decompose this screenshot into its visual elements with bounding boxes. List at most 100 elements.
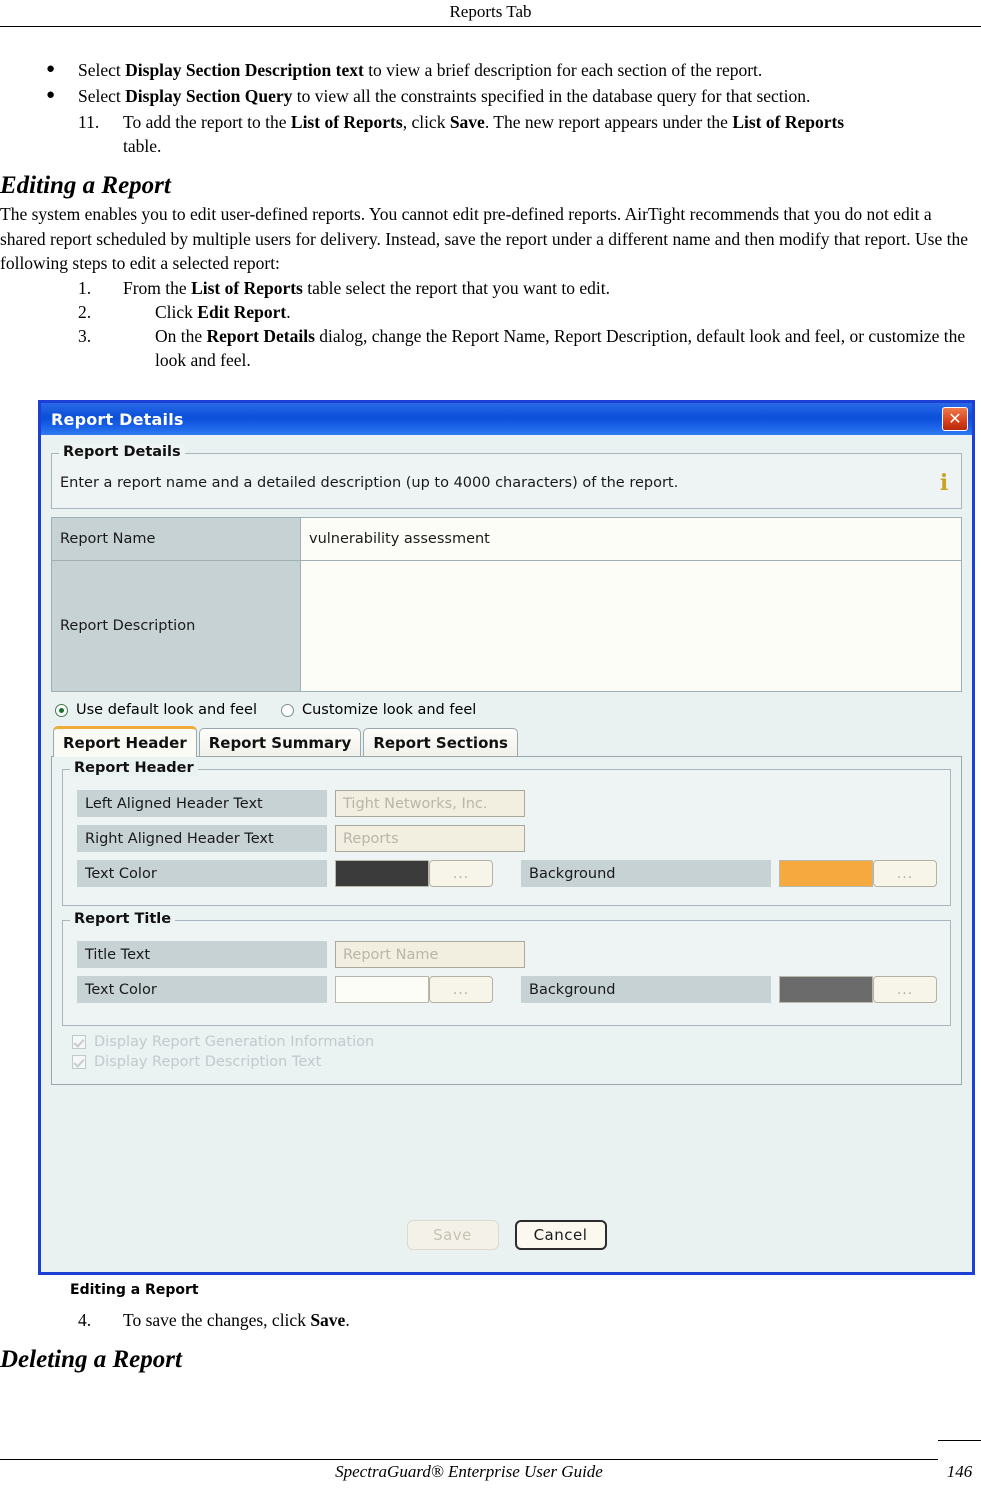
bullet-text-bold: Display Section Description text bbox=[125, 60, 364, 80]
numbered-step-11: 11. To add the report to the List of Repo… bbox=[0, 110, 981, 134]
running-head: Reports Tab bbox=[449, 2, 532, 21]
bullet-text-post: to view a brief description for each sec… bbox=[363, 60, 763, 80]
cancel-button[interactable]: Cancel bbox=[514, 1220, 607, 1250]
step-text-2: . bbox=[345, 1310, 350, 1330]
dialog-title: Report Details bbox=[51, 409, 184, 429]
section-paragraph-editing: The system enables you to edit user-defi… bbox=[0, 204, 969, 273]
tab-report-summary[interactable]: Report Summary bbox=[198, 728, 362, 757]
dialog-titlebar: Report Details ✕ bbox=[41, 403, 972, 435]
step-bold-1: Report Details bbox=[206, 325, 315, 346]
step-text-1: On the bbox=[155, 325, 207, 346]
right-aligned-header-row: Right Aligned Header Text Reports bbox=[77, 825, 942, 852]
left-aligned-header-row: Left Aligned Header Text Tight Networks,… bbox=[77, 790, 942, 817]
title-text-row: Title Text Report Name bbox=[77, 941, 942, 968]
bullet-dot: ● bbox=[46, 61, 56, 77]
radio-customize-label[interactable]: Customize look and feel bbox=[302, 702, 476, 718]
numbered-step-3: 3. On the Report Details dialog, change t… bbox=[0, 324, 981, 372]
report-fields-table: Report Name vulnerability assessment Rep… bbox=[51, 517, 962, 692]
title-text-label: Title Text bbox=[77, 941, 327, 968]
save-button[interactable]: Save bbox=[406, 1220, 499, 1250]
description-row: Enter a report name and a detailed descr… bbox=[52, 454, 961, 508]
header-text-color-chooser-button[interactable]: ... bbox=[429, 860, 493, 887]
step-text-1: To add the report to the bbox=[123, 112, 291, 132]
header-divider bbox=[0, 26, 981, 27]
groupbox-title: Report Title bbox=[70, 911, 176, 927]
list-item: ● Select Display Section Description tex… bbox=[0, 58, 981, 83]
step-number: 11. bbox=[78, 112, 100, 132]
title-background-chooser-button[interactable]: ... bbox=[873, 976, 937, 1003]
step-number: 4. bbox=[78, 1310, 92, 1330]
radio-use-default-icon[interactable] bbox=[55, 703, 68, 717]
step-bold-1: List of Reports bbox=[290, 112, 403, 132]
bullet-text-post: to view all the constraints specified in… bbox=[292, 86, 811, 106]
title-text-color-swatch[interactable] bbox=[335, 976, 429, 1003]
title-background-swatch[interactable] bbox=[779, 976, 873, 1003]
title-background-label: Background bbox=[521, 976, 771, 1003]
bullet-text-pre: Select bbox=[78, 86, 126, 106]
numbered-step-1: 1. From the List of Reports table select … bbox=[0, 276, 981, 300]
info-icon: i bbox=[939, 470, 949, 496]
step-text-3: . The new report appears under the bbox=[484, 112, 733, 132]
left-aligned-header-input[interactable]: Tight Networks, Inc. bbox=[335, 790, 525, 817]
report-details-groupbox: Report Details Enter a report name and a… bbox=[51, 444, 962, 509]
tab-bar: Report Header Report Summary Report Sect… bbox=[51, 726, 962, 757]
checkbox-display-generation-info[interactable]: Display Report Generation Information bbox=[72, 1034, 951, 1050]
tab-report-sections[interactable]: Report Sections bbox=[363, 728, 518, 757]
bullet-dot: ● bbox=[46, 87, 56, 103]
header-background-chooser-button[interactable]: ... bbox=[873, 860, 937, 887]
post-figure-content: 4. To save the changes, click Save. Delet… bbox=[0, 1308, 981, 1376]
bullet-list: ● Select Display Section Description tex… bbox=[0, 58, 981, 109]
step-bold-1: Save bbox=[310, 1310, 346, 1330]
list-item: ● Select Display Section Query to view a… bbox=[0, 84, 981, 109]
title-text-color-chooser-button[interactable]: ... bbox=[429, 976, 493, 1003]
title-text-input[interactable]: Report Name bbox=[335, 941, 525, 968]
step-text-1: To save the changes, click bbox=[123, 1310, 311, 1330]
header-background-label: Background bbox=[521, 860, 771, 887]
dialog-body: Report Details Enter a report name and a… bbox=[41, 435, 972, 1272]
tab-report-header[interactable]: Report Header bbox=[53, 726, 197, 757]
footer-title: SpectraGuard® Enterprise User Guide bbox=[335, 1462, 603, 1481]
step-bold-1: List of Reports bbox=[191, 277, 303, 298]
radio-customize-icon[interactable] bbox=[280, 703, 294, 717]
table-row: Report Description bbox=[51, 560, 962, 692]
report-description-input[interactable] bbox=[300, 560, 962, 692]
right-aligned-header-label: Right Aligned Header Text bbox=[77, 825, 327, 852]
step-text-2: , click bbox=[402, 112, 450, 132]
header-text-color-swatch[interactable] bbox=[335, 860, 429, 887]
document-body: ● Select Display Section Description tex… bbox=[0, 58, 981, 372]
checkbox-display-description-text[interactable]: Display Report Description Text bbox=[72, 1054, 951, 1070]
numbered-step-4: 4. To save the changes, click Save. bbox=[0, 1308, 981, 1332]
step-11-continuation: table. bbox=[123, 136, 162, 156]
look-and-feel-radio-group: Use default look and feel Customize look… bbox=[51, 692, 962, 724]
title-text-color-label: Text Color bbox=[77, 976, 327, 1003]
step-bold-1: Edit Report bbox=[197, 301, 287, 322]
checkmark-icon[interactable] bbox=[72, 1035, 86, 1049]
report-name-input[interactable]: vulnerability assessment bbox=[300, 517, 962, 561]
header-background-swatch[interactable] bbox=[779, 860, 873, 887]
step-text-2: . bbox=[286, 301, 291, 322]
step-bold-2: Save bbox=[449, 112, 485, 132]
close-icon[interactable]: ✕ bbox=[942, 407, 968, 431]
report-description-label: Report Description bbox=[51, 560, 301, 692]
report-name-label: Report Name bbox=[51, 517, 301, 561]
header-colors-row: Text Color ... Background ... bbox=[77, 860, 942, 887]
numbered-step-2: 2. Click Edit Report. bbox=[0, 300, 981, 324]
step-bold-3: List of Reports bbox=[732, 112, 845, 132]
title-colors-row: Text Color ... Background ... bbox=[77, 976, 942, 1003]
radio-use-default-label[interactable]: Use default look and feel bbox=[76, 702, 257, 718]
step-number: 3. bbox=[78, 325, 92, 346]
right-aligned-header-input[interactable]: Reports bbox=[335, 825, 525, 852]
header-text-color-label: Text Color bbox=[77, 860, 327, 887]
report-details-dialog[interactable]: Report Details ✕ Report Details Enter a … bbox=[38, 400, 975, 1275]
step-text-1: Click bbox=[155, 301, 198, 322]
checkmark-icon[interactable] bbox=[72, 1055, 86, 1069]
step-text-1: From the bbox=[123, 277, 192, 298]
step-number: 2. bbox=[78, 301, 92, 322]
description-text: Enter a report name and a detailed descr… bbox=[60, 475, 679, 491]
step-text-2: table select the report that you want to… bbox=[302, 277, 610, 298]
groupbox-title: Report Details bbox=[59, 444, 185, 460]
report-title-groupbox: Report Title Title Text Report Name Text… bbox=[62, 911, 951, 1026]
step-number: 1. bbox=[78, 277, 92, 298]
page-number: 146 bbox=[946, 1462, 973, 1481]
groupbox-title: Report Header bbox=[70, 760, 198, 776]
